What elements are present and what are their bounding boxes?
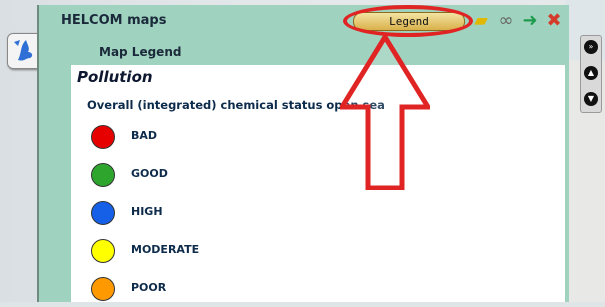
legend-item: MODERATE [91, 239, 291, 269]
legend-item-label: BAD [131, 129, 158, 142]
folder-icon[interactable]: ▰ [471, 11, 491, 31]
legend-section-title: Pollution [77, 68, 153, 86]
legend-swatch [91, 201, 115, 225]
helcom-maps-window: HELCOM maps Legend ▰ ∞ ➜ ✖ Map Legend Po… [37, 5, 569, 302]
legend-header: Map Legend [99, 45, 182, 59]
legend-swatch [91, 163, 115, 187]
window-title: HELCOM maps [61, 13, 167, 28]
legend-item: GOOD [91, 163, 291, 193]
legend-item-label: MODERATE [131, 243, 200, 256]
legend-swatch [91, 239, 115, 263]
legend-panel: Pollution Overall (integrated) chemical … [71, 65, 565, 302]
arrow-right-icon[interactable]: ➜ [520, 11, 540, 31]
legend-item: POOR [91, 277, 291, 307]
link-icon[interactable]: ∞ [496, 11, 516, 31]
annotation-arrow [340, 35, 430, 190]
legend-item: BAD [91, 125, 291, 155]
legend-item-label: POOR [131, 281, 167, 294]
legend-swatch [91, 125, 115, 149]
legend-swatch [91, 277, 115, 301]
triangle-up-icon[interactable]: ▲ [584, 66, 598, 80]
close-icon[interactable]: ✖ [544, 11, 564, 31]
legend-item: HIGH [91, 201, 291, 231]
map-nav-controls: » ▲ ▼ [580, 35, 602, 113]
window-titlebar[interactable]: HELCOM maps Legend ▰ ∞ ➜ ✖ [39, 5, 569, 37]
legend-item-label: GOOD [131, 167, 168, 180]
fast-forward-icon[interactable]: » [584, 40, 598, 54]
annotation-ellipse [343, 5, 473, 37]
legend-item-label: HIGH [131, 205, 163, 218]
triangle-down-icon[interactable]: ▼ [584, 92, 598, 106]
